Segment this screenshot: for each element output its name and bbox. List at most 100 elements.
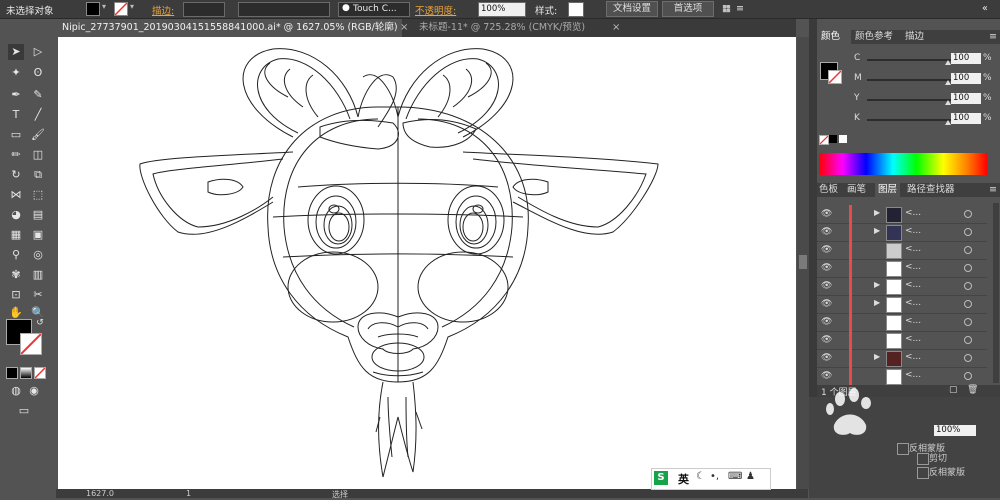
panel-menu-icon[interactable]: ≡ xyxy=(989,183,997,197)
layer-row[interactable]: 👁 ▶ <... xyxy=(817,205,987,224)
scale-tool-icon[interactable]: ⧉ xyxy=(30,167,46,183)
target-icon[interactable] xyxy=(964,246,972,254)
expand-arrow-icon[interactable]: ▶ xyxy=(874,352,880,361)
stroke-dropdown-icon[interactable]: ▾ xyxy=(128,2,136,15)
stroke-swatch[interactable] xyxy=(114,2,128,16)
screen-mode-icon[interactable]: ▭ xyxy=(16,403,32,419)
invert-mask-checkbox[interactable] xyxy=(917,467,929,479)
zoom-field[interactable]: 1627.0 xyxy=(86,489,114,498)
eye-icon[interactable]: 👁 xyxy=(821,245,832,255)
none-swatch[interactable] xyxy=(819,135,829,145)
target-icon[interactable] xyxy=(964,210,972,218)
expand-arrow-icon[interactable]: ▶ xyxy=(874,226,880,235)
rotate-tool-icon[interactable]: ↻ xyxy=(8,167,24,183)
page-field[interactable]: 1 xyxy=(186,489,191,498)
draw-behind-icon[interactable]: ◉ xyxy=(26,383,42,399)
selection-tool-icon[interactable]: ➤ xyxy=(8,44,24,60)
slice-tool-icon[interactable]: ✂ xyxy=(30,287,46,303)
ime-toolbar[interactable]: S 英 ☾ •, ⌨ ♟ xyxy=(651,468,771,490)
draw-normal-icon[interactable]: ◍ xyxy=(8,383,24,399)
none-mode-icon[interactable] xyxy=(34,367,46,379)
ime-language[interactable]: 英 xyxy=(678,471,689,487)
stroke-weight-field[interactable] xyxy=(183,2,225,17)
eye-icon[interactable]: 👁 xyxy=(821,299,832,309)
target-icon[interactable] xyxy=(964,228,972,236)
close-tab-icon[interactable]: × xyxy=(400,19,408,37)
eye-icon[interactable]: 👁 xyxy=(821,335,832,345)
layer-row[interactable]: 👁 ▶ <... xyxy=(817,349,987,368)
channel-value[interactable]: 100 xyxy=(951,113,981,124)
target-icon[interactable] xyxy=(964,264,972,272)
layer-row[interactable]: 👁 <... xyxy=(817,259,987,278)
brush-dropdown[interactable]: ● Touch C... xyxy=(338,2,410,17)
tab-color-guide[interactable]: 颜色参考 xyxy=(853,30,893,44)
slider-k[interactable]: K 100 % xyxy=(817,113,1000,127)
gradient-mode-icon[interactable] xyxy=(20,367,32,379)
vertical-scrollbar[interactable] xyxy=(797,37,809,489)
clip-checkbox[interactable] xyxy=(897,443,909,455)
scroll-thumb[interactable] xyxy=(799,255,807,269)
eyedropper-icon[interactable]: ⚲ xyxy=(8,247,24,263)
eye-icon[interactable]: 👁 xyxy=(821,317,832,327)
lasso-icon[interactable]: ʘ xyxy=(30,65,46,81)
direct-selection-tool-icon[interactable]: ▷ xyxy=(30,44,46,60)
channel-value[interactable]: 100 xyxy=(951,73,981,84)
panel-menu-icon[interactable]: ≡ xyxy=(989,30,997,44)
shape-builder-icon[interactable]: ◕ xyxy=(8,207,24,223)
target-icon[interactable] xyxy=(964,354,972,362)
fill-dropdown-icon[interactable]: ▾ xyxy=(100,2,108,15)
tab-swatches[interactable]: 色板 xyxy=(819,183,838,197)
tab-untitled-11[interactable]: 未标题-11* @ 725.28% (CMYK/预览) xyxy=(413,19,615,37)
perspective-grid-icon[interactable]: ▤ xyxy=(30,207,46,223)
layer-row[interactable]: 👁 <... xyxy=(817,241,987,260)
magic-wand-icon[interactable]: ✦ xyxy=(8,65,24,81)
line-tool-icon[interactable]: ╱ xyxy=(30,107,46,123)
stroke-color-box[interactable] xyxy=(20,333,42,355)
target-icon[interactable] xyxy=(964,372,972,380)
artboard-tool-icon[interactable]: ⊡ xyxy=(8,287,24,303)
doc-setup-button[interactable]: 文档设置 xyxy=(606,1,658,17)
slider-m[interactable]: M 100 % xyxy=(817,73,1000,87)
symbol-sprayer-icon[interactable]: ✾ xyxy=(8,267,24,283)
layer-row[interactable]: 👁 <... xyxy=(817,313,987,332)
mesh-tool-icon[interactable]: ▦ xyxy=(8,227,24,243)
punctuation-icon[interactable]: •, xyxy=(710,471,719,482)
curvature-tool-icon[interactable]: ✎ xyxy=(30,87,46,103)
style-swatch[interactable] xyxy=(568,2,584,17)
tab-stroke[interactable]: 描边 xyxy=(903,30,924,44)
eye-icon[interactable]: 👁 xyxy=(821,353,832,363)
slider-y[interactable]: Y 100 % xyxy=(817,93,1000,107)
layer-row[interactable]: 👁 ▶ <... xyxy=(817,295,987,314)
free-transform-icon[interactable]: ⬚ xyxy=(30,187,46,203)
tab-layers[interactable]: 图层 xyxy=(875,183,901,197)
preferences-button[interactable]: 首选项 xyxy=(662,1,714,17)
moon-icon[interactable]: ☾ xyxy=(696,471,705,482)
rectangle-tool-icon[interactable]: ▭ xyxy=(8,127,24,143)
opacity-field[interactable]: 100% xyxy=(478,2,526,17)
column-graph-icon[interactable]: ▥ xyxy=(30,267,46,283)
new-layer-icon[interactable]: ▢ xyxy=(949,385,958,395)
keyboard-icon[interactable]: ⌨ xyxy=(728,471,742,482)
target-icon[interactable] xyxy=(964,282,972,290)
layer-row[interactable]: 👁 ▶ <... xyxy=(817,223,987,242)
gradient-tool-icon[interactable]: ▣ xyxy=(30,227,46,243)
expand-arrow-icon[interactable]: ▶ xyxy=(874,208,880,217)
target-icon[interactable] xyxy=(964,336,972,344)
layer-row[interactable]: 👁 <... xyxy=(817,367,987,386)
target-icon[interactable] xyxy=(964,318,972,326)
layers-scrollbar[interactable] xyxy=(993,203,999,383)
expand-arrow-icon[interactable]: ▶ xyxy=(874,280,880,289)
blend-tool-icon[interactable]: ◎ xyxy=(30,247,46,263)
opacity-label[interactable]: 不透明度: xyxy=(415,3,456,17)
target-icon[interactable] xyxy=(964,300,972,308)
black-swatch[interactable] xyxy=(829,135,837,143)
eye-icon[interactable]: 👁 xyxy=(821,263,832,273)
color-spectrum[interactable] xyxy=(819,153,987,175)
eye-icon[interactable]: 👁 xyxy=(821,371,832,381)
swap-colors-icon[interactable]: ↺ xyxy=(32,315,48,331)
artboard-canvas[interactable] xyxy=(58,37,796,489)
channel-value[interactable]: 100 xyxy=(951,93,981,104)
collapse-panels-icon[interactable]: « xyxy=(982,3,988,14)
tab-color[interactable]: 颜色 xyxy=(817,30,851,44)
variable-width-dropdown[interactable] xyxy=(238,2,330,17)
